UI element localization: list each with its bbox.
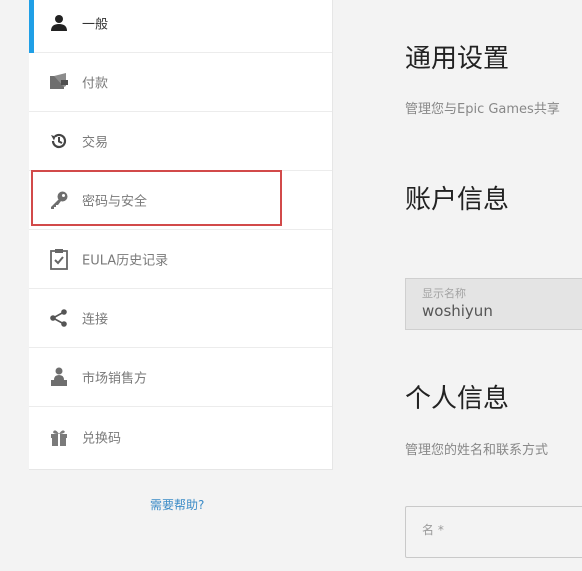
share-icon: [47, 306, 71, 330]
gift-icon: [47, 425, 71, 449]
seller-icon: [47, 365, 71, 389]
main-content: 通用设置 管理您与Epic Games共享 账户信息 显示名称 woshiyun…: [352, 0, 582, 571]
personal-info-description: 管理您的姓名和联系方式: [405, 443, 549, 458]
sidebar-item-label: 连接: [82, 312, 109, 328]
sidebar-item-label: 兑换码: [82, 431, 122, 446]
general-settings-title: 通用设置: [405, 44, 510, 74]
wallet-icon: [47, 70, 71, 94]
first-name-input[interactable]: 名 *: [405, 506, 582, 558]
sidebar-item-label: 市场销售方: [82, 371, 148, 387]
sidebar-item-connections[interactable]: 连接: [29, 289, 332, 348]
sidebar-item-general[interactable]: 一般: [29, 0, 332, 53]
sidebar-item-marketplace-seller[interactable]: 市场销售方: [29, 348, 332, 407]
first-name-placeholder: 名 *: [422, 523, 444, 537]
sidebar-item-label: 付款: [82, 76, 109, 92]
sidebar-item-payment[interactable]: 付款: [29, 53, 332, 112]
help-link[interactable]: 需要帮助?: [150, 496, 204, 513]
user-icon: [47, 11, 71, 35]
key-icon: [47, 188, 71, 212]
sidebar-item-label: 交易: [82, 135, 109, 151]
sidebar-item-label: 一般: [82, 17, 109, 33]
display-name-field: 显示名称 woshiyun: [405, 278, 582, 330]
history-icon: [47, 129, 71, 153]
sidebar-item-transactions[interactable]: 交易: [29, 112, 332, 171]
clipboard-check-icon: [47, 247, 71, 271]
active-indicator: [29, 0, 34, 53]
settings-sidebar: 一般 付款 交易 密码与安全 EULA历史记录 连接 市场销售方 兑换码: [29, 0, 333, 470]
sidebar-item-label: EULA历史记录: [82, 253, 169, 269]
display-name-label: 显示名称: [422, 287, 466, 300]
general-settings-description: 管理您与Epic Games共享: [405, 102, 560, 117]
display-name-value: woshiyun: [422, 302, 493, 320]
personal-info-title: 个人信息: [405, 384, 510, 414]
sidebar-item-redeem-code[interactable]: 兑换码: [29, 407, 332, 466]
sidebar-item-eula-history[interactable]: EULA历史记录: [29, 230, 332, 289]
sidebar-item-password-security[interactable]: 密码与安全: [29, 171, 332, 230]
account-info-title: 账户信息: [405, 185, 510, 215]
sidebar-item-label: 密码与安全: [82, 194, 148, 210]
